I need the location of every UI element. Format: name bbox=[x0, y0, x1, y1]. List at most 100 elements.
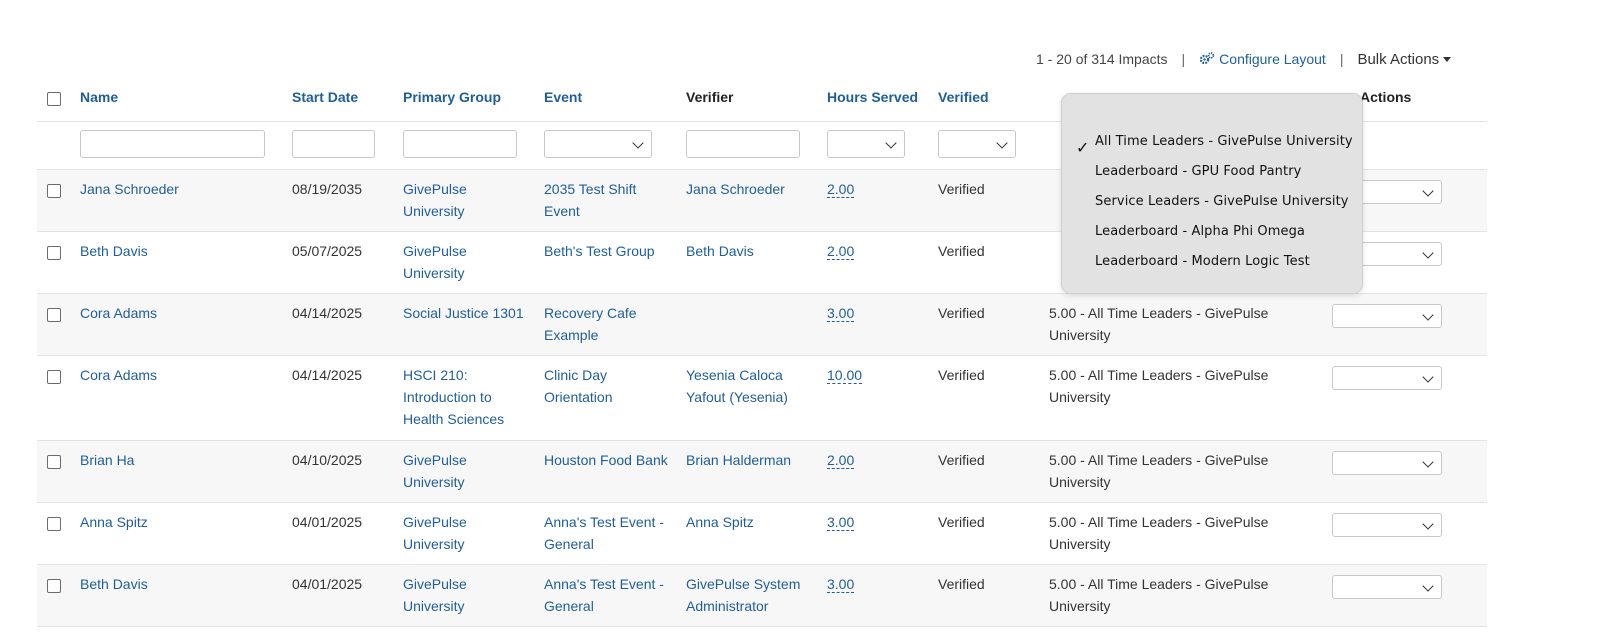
leaderboard-option[interactable]: Leaderboard - GPU Food Pantry bbox=[1095, 164, 1301, 179]
col-event[interactable]: Event bbox=[544, 89, 582, 105]
separator: | bbox=[1339, 51, 1344, 67]
verifier-link[interactable]: Brian Halderman bbox=[686, 449, 821, 471]
verifier-link-line: Anna Spitz bbox=[686, 514, 754, 530]
primary-group-link[interactable]: GivePulse University bbox=[403, 240, 538, 284]
hours-served-value[interactable]: 3.00 bbox=[827, 576, 855, 593]
verifier-link-line: Yafout (Yesenia) bbox=[686, 389, 788, 405]
select-all-checkbox[interactable] bbox=[47, 92, 61, 106]
configure-layout-link[interactable]: Configure Layout bbox=[1199, 51, 1326, 67]
leaderboard-option[interactable]: Leaderboard - Modern Logic Test bbox=[1095, 254, 1310, 269]
row-checkbox[interactable] bbox=[47, 184, 61, 198]
verified-status: Verified bbox=[938, 576, 985, 592]
col-verified[interactable]: Verified bbox=[938, 89, 989, 105]
hours-served-value[interactable]: 2.00 bbox=[827, 243, 855, 260]
hours-served-value[interactable]: 10.00 bbox=[827, 367, 863, 384]
row-checkbox[interactable] bbox=[47, 308, 61, 322]
verifier-link[interactable]: GivePulse System Administrator bbox=[686, 573, 821, 617]
row-checkbox[interactable] bbox=[47, 579, 61, 593]
volunteer-name-link[interactable]: Beth Davis bbox=[80, 573, 148, 595]
volunteer-name-link[interactable]: Beth Davis bbox=[80, 240, 148, 262]
verified-status: Verified bbox=[938, 367, 985, 383]
volunteer-name-link[interactable]: Cora Adams bbox=[80, 364, 157, 386]
bulk-actions-button[interactable]: Bulk Actions bbox=[1357, 50, 1452, 68]
verified-filter-select[interactable] bbox=[938, 130, 1016, 158]
primary-group-filter-input[interactable] bbox=[403, 130, 517, 158]
separator: | bbox=[1181, 51, 1186, 67]
primary-group-link-line: University bbox=[403, 598, 465, 614]
volunteer-name-link[interactable]: Anna Spitz bbox=[80, 511, 148, 533]
primary-group-link-line: GivePulse bbox=[403, 576, 467, 592]
leaderboard-value-line: University bbox=[1049, 389, 1111, 405]
row-actions-select[interactable] bbox=[1332, 304, 1442, 328]
row-actions-select[interactable] bbox=[1332, 366, 1442, 390]
hours-cell: 2.00 bbox=[827, 449, 855, 471]
verified-status: Verified bbox=[938, 305, 985, 321]
row-actions-select[interactable] bbox=[1332, 575, 1442, 599]
volunteer-name-link[interactable]: Cora Adams bbox=[80, 302, 157, 324]
row-actions-select[interactable] bbox=[1332, 451, 1442, 475]
verifier-link-line: Beth Davis bbox=[686, 243, 754, 259]
event-link-line: Anna's Test Event - bbox=[544, 514, 664, 530]
start-date: 04/14/2025 bbox=[292, 367, 363, 383]
event-link-line: General bbox=[544, 598, 594, 614]
col-start-date[interactable]: Start Date bbox=[292, 89, 358, 105]
col-primary-group[interactable]: Primary Group bbox=[403, 89, 501, 105]
volunteer-name-link[interactable]: Brian Ha bbox=[80, 449, 134, 471]
event-link[interactable]: Beth's Test Group bbox=[544, 240, 679, 262]
leaderboard-value-line: 5.00 - All Time Leaders - GivePulse bbox=[1049, 514, 1269, 530]
event-link-line: Anna's Test Event - bbox=[544, 576, 664, 592]
hours-served-value[interactable]: 3.00 bbox=[827, 514, 855, 531]
event-link-line: Event bbox=[544, 203, 580, 219]
row-checkbox[interactable] bbox=[47, 517, 61, 531]
primary-group-link-line: Health Sciences bbox=[403, 411, 505, 427]
start-date-filter-input[interactable] bbox=[292, 130, 375, 158]
verifier-link[interactable]: Jana Schroeder bbox=[686, 178, 821, 200]
start-date: 04/14/2025 bbox=[292, 305, 363, 321]
verifier-link[interactable]: Beth Davis bbox=[686, 240, 821, 262]
hours-served-value[interactable]: 3.00 bbox=[827, 305, 855, 322]
primary-group-link[interactable]: Social Justice 1301 bbox=[403, 302, 538, 324]
hours-filter-select[interactable] bbox=[827, 130, 905, 158]
bulk-actions-label: Bulk Actions bbox=[1357, 50, 1440, 68]
hours-cell: 3.00 bbox=[827, 573, 855, 595]
primary-group-link[interactable]: HSCI 210: Introduction to Health Sciences bbox=[403, 364, 538, 430]
hours-cell: 3.00 bbox=[827, 302, 855, 324]
event-link-line: Recovery Cafe bbox=[544, 305, 637, 321]
table-toolbar: 1 - 20 of 314 Impacts | Configure Layout… bbox=[1036, 47, 1452, 71]
event-link[interactable]: Clinic Day Orientation bbox=[544, 364, 679, 408]
event-link[interactable]: Anna's Test Event - General bbox=[544, 573, 679, 617]
verifier-link-line: Administrator bbox=[686, 598, 769, 614]
leaderboard-option[interactable]: Service Leaders - GivePulse University bbox=[1095, 194, 1349, 209]
volunteer-name-link[interactable]: Jana Schroeder bbox=[80, 178, 179, 200]
primary-group-link[interactable]: GivePulse University bbox=[403, 573, 538, 617]
event-link[interactable]: Houston Food Bank bbox=[544, 449, 679, 471]
leaderboard-option[interactable]: All Time Leaders - GivePulse University bbox=[1095, 134, 1353, 149]
primary-group-link-line: University bbox=[403, 265, 465, 281]
name-filter-input[interactable] bbox=[80, 130, 265, 158]
primary-group-link[interactable]: GivePulse University bbox=[403, 449, 538, 493]
primary-group-link[interactable]: GivePulse University bbox=[403, 511, 538, 555]
event-filter-select[interactable] bbox=[544, 130, 652, 158]
col-hours-served[interactable]: Hours Served bbox=[827, 89, 918, 105]
event-link[interactable]: 2035 Test Shift Event bbox=[544, 178, 679, 222]
event-link[interactable]: Recovery Cafe Example bbox=[544, 302, 679, 346]
verified-status: Verified bbox=[938, 243, 985, 259]
leaderboard-option[interactable]: Leaderboard - Alpha Phi Omega bbox=[1095, 224, 1305, 239]
col-name[interactable]: Name bbox=[80, 89, 118, 105]
event-link-line: Orientation bbox=[544, 389, 613, 405]
verifier-link-line: Brian Halderman bbox=[686, 452, 792, 468]
verifier-filter-input[interactable] bbox=[686, 130, 800, 158]
leaderboard-value-line: University bbox=[1049, 598, 1111, 614]
row-checkbox[interactable] bbox=[47, 455, 61, 469]
row-checkbox[interactable] bbox=[47, 370, 61, 384]
row-checkbox[interactable] bbox=[47, 246, 61, 260]
verifier-link[interactable]: Anna Spitz bbox=[686, 511, 821, 533]
primary-group-link-line: University bbox=[403, 536, 465, 552]
primary-group-link[interactable]: GivePulse University bbox=[403, 178, 538, 222]
hours-cell: 2.00 bbox=[827, 240, 855, 262]
event-link[interactable]: Anna's Test Event - General bbox=[544, 511, 679, 555]
verifier-link[interactable]: Yesenia Caloca Yafout (Yesenia) bbox=[686, 364, 821, 408]
row-actions-select[interactable] bbox=[1332, 513, 1442, 537]
hours-served-value[interactable]: 2.00 bbox=[827, 181, 855, 198]
hours-served-value[interactable]: 2.00 bbox=[827, 452, 855, 469]
